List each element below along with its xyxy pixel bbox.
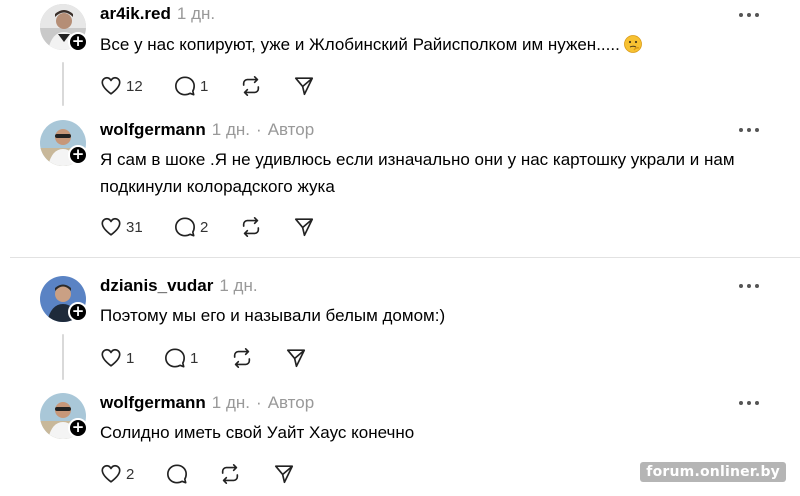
more-dots-icon[interactable]	[738, 282, 760, 290]
post-header: dzianis_vudar 1 дн.	[100, 275, 258, 297]
more-dots-icon[interactable]	[738, 126, 760, 134]
like-button[interactable]: 1	[100, 346, 134, 370]
thread-line	[62, 334, 64, 380]
post-text: Все у нас копируют, уже и Жлобинский Рай…	[100, 31, 760, 58]
share-button[interactable]	[285, 346, 307, 370]
follow-plus-icon[interactable]: +	[68, 145, 88, 165]
heart-icon	[101, 217, 121, 236]
repost-button[interactable]	[240, 215, 262, 239]
repost-icon	[221, 464, 239, 484]
send-icon	[294, 218, 314, 237]
reply-button[interactable]: 2	[174, 215, 208, 239]
post-header: wolfgermann 1 дн. · Автор	[100, 392, 314, 414]
heart-icon	[101, 464, 121, 483]
heart-icon	[101, 348, 121, 367]
like-count: 1	[126, 349, 135, 367]
repost-icon	[242, 76, 260, 96]
reply-button[interactable]: 1	[174, 74, 208, 98]
repost-button[interactable]	[240, 74, 262, 98]
send-icon	[286, 349, 306, 368]
author-badge: Автор	[267, 120, 315, 139]
username[interactable]: dzianis_vudar	[100, 276, 213, 295]
separator: ·	[256, 120, 262, 139]
reply-button[interactable]	[166, 462, 188, 486]
post-text: Поэтому мы его и называли белым домом:)	[100, 306, 446, 325]
follow-plus-icon[interactable]: +	[68, 418, 88, 438]
like-count: 12	[126, 77, 143, 95]
repost-button[interactable]	[231, 346, 253, 370]
share-button[interactable]	[293, 74, 315, 98]
send-icon	[274, 465, 294, 484]
speech-bubble-icon	[165, 348, 185, 368]
repost-button[interactable]	[219, 462, 241, 486]
repost-icon	[233, 348, 251, 368]
username[interactable]: wolfgermann	[100, 393, 206, 412]
timestamp[interactable]: 1 дн.	[212, 393, 250, 412]
speech-bubble-icon	[175, 76, 195, 96]
watermark: forum.onliner.by	[640, 462, 786, 482]
reply-button[interactable]: 1	[164, 346, 198, 370]
timestamp[interactable]: 1 дн.	[219, 276, 257, 295]
post-text: Солидно иметь свой Уайт Хаус конечно	[100, 423, 415, 442]
like-count: 31	[126, 218, 143, 236]
more-dots-icon[interactable]	[738, 11, 760, 19]
thread-divider	[10, 257, 800, 258]
speech-bubble-icon	[167, 464, 187, 484]
send-icon	[294, 77, 314, 96]
author-badge: Автор	[267, 393, 315, 412]
like-button[interactable]: 2	[100, 462, 134, 486]
thread-line	[62, 62, 64, 106]
thinking-face-emoji	[623, 35, 642, 53]
separator: ·	[256, 393, 262, 412]
like-count: 2	[126, 465, 135, 483]
follow-plus-icon[interactable]: +	[68, 302, 88, 322]
reply-count: 2	[200, 218, 209, 236]
like-button[interactable]: 12	[100, 74, 143, 98]
post-text: Я сам в шоке .Я не удивлюсь если изначал…	[100, 150, 735, 196]
follow-plus-icon[interactable]: +	[68, 32, 88, 52]
repost-icon	[242, 217, 260, 237]
username[interactable]: wolfgermann	[100, 120, 206, 139]
heart-icon	[101, 76, 121, 95]
more-dots-icon[interactable]	[738, 399, 760, 407]
share-button[interactable]	[273, 462, 295, 486]
like-button[interactable]: 31	[100, 215, 143, 239]
speech-bubble-icon	[175, 217, 195, 237]
reply-count: 1	[190, 349, 199, 367]
share-button[interactable]	[293, 215, 315, 239]
post-header: wolfgermann 1 дн. · Автор	[100, 119, 314, 141]
username[interactable]: ar4ik.red	[100, 4, 171, 23]
post-header: ar4ik.red 1 дн.	[100, 3, 215, 25]
timestamp[interactable]: 1 дн.	[212, 120, 250, 139]
timestamp[interactable]: 1 дн.	[177, 4, 215, 23]
reply-count: 1	[200, 77, 209, 95]
